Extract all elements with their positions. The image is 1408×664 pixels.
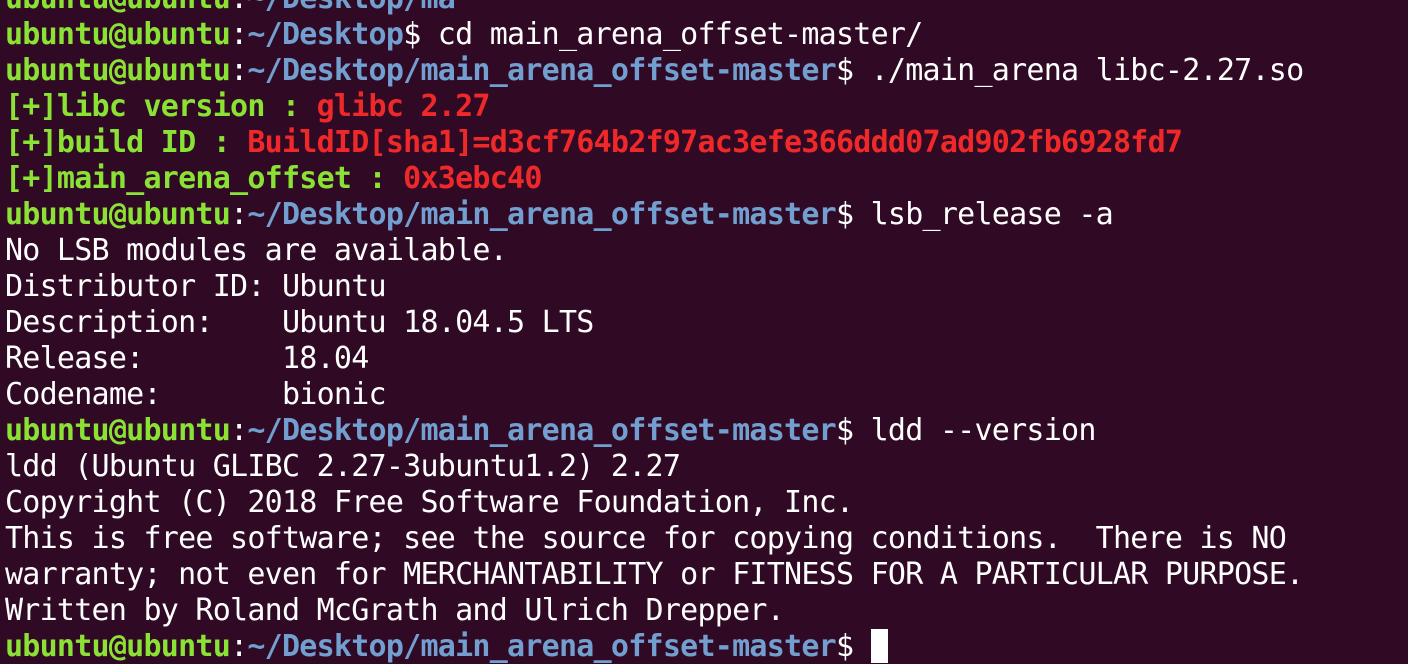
prompt-path: ~/Desktop/main_arena_offset-master bbox=[247, 413, 836, 448]
prompt-colon: : bbox=[230, 0, 248, 16]
text-cursor bbox=[870, 628, 888, 663]
output-line: No LSB modules are available. bbox=[5, 233, 508, 268]
prompt-line: ubuntu@ubuntu:~/Desktop/ma bbox=[5, 0, 1405, 17]
command-text: lsb_release -a bbox=[853, 197, 1114, 232]
prompt-path: ~/Desktop/main_arena_offset-master bbox=[247, 629, 836, 664]
output-label: [+]libc version : bbox=[5, 89, 317, 124]
output-line: ldd (Ubuntu GLIBC 2.27-3ubuntu1.2) 2.27 bbox=[5, 449, 681, 484]
prompt-dollar: $ bbox=[403, 17, 421, 52]
output-value: 0x3ebc40 bbox=[403, 161, 542, 196]
prompt-dollar: $ bbox=[835, 53, 854, 88]
output-line-main-arena-offset: [+]main_arena_offset : 0x3ebc40 bbox=[5, 161, 1405, 197]
prompt-line: ubuntu@ubuntu:~/Desktop/main_arena_offse… bbox=[5, 53, 1405, 89]
output-line: warranty; not even for MERCHANTABILITY o… bbox=[5, 557, 1304, 592]
command-text: ldd --version bbox=[853, 413, 1097, 448]
prompt-dollar: $ bbox=[835, 197, 854, 232]
prompt-user-host: ubuntu@ubuntu bbox=[5, 53, 231, 88]
command-text bbox=[853, 629, 870, 664]
prompt-path: ~/Desktop/main_arena_offset-master bbox=[247, 197, 836, 232]
prompt-path: ~/Desktop bbox=[247, 17, 404, 52]
output-line: This is free software; see the source fo… bbox=[5, 521, 1287, 556]
prompt-colon: : bbox=[230, 413, 248, 448]
output-line: Distributor ID: Ubuntu bbox=[5, 269, 387, 304]
prompt-user-host: ubuntu@ubuntu bbox=[5, 413, 231, 448]
output-value: BuildID[sha1]=d3cf764b2f97ac3efe366ddd07… bbox=[247, 125, 1183, 160]
prompt-path: ~/Desktop/ma bbox=[247, 0, 455, 16]
prompt-line: ubuntu@ubuntu:~/Desktop/main_arena_offse… bbox=[5, 197, 1405, 233]
command-text: ./main_arena libc-2.27.so bbox=[853, 53, 1305, 88]
prompt-line-active[interactable]: ubuntu@ubuntu:~/Desktop/main_arena_offse… bbox=[5, 628, 1405, 664]
prompt-line: ubuntu@ubuntu:~/Desktop/main_arena_offse… bbox=[5, 413, 1405, 449]
prompt-colon: : bbox=[230, 17, 248, 52]
output-line: Written by Roland McGrath and Ulrich Dre… bbox=[5, 593, 785, 628]
prompt-colon: : bbox=[230, 197, 248, 232]
prompt-user-host: ubuntu@ubuntu bbox=[5, 0, 231, 16]
output-line: Description: Ubuntu 18.04.5 LTS bbox=[5, 305, 594, 340]
output-label: [+]main_arena_offset : bbox=[5, 161, 404, 196]
prompt-colon: : bbox=[230, 53, 248, 88]
output-line: Codename: bionic bbox=[5, 377, 387, 412]
output-line-libc-version: [+]libc version : glibc 2.27 bbox=[5, 89, 1405, 125]
prompt-path: ~/Desktop/main_arena_offset-master bbox=[247, 53, 836, 88]
output-label: [+]build ID : bbox=[5, 125, 248, 160]
output-line: Copyright (C) 2018 Free Software Foundat… bbox=[5, 485, 854, 520]
prompt-line: ubuntu@ubuntu:~/Desktop$ cd main_arena_o… bbox=[5, 17, 1405, 53]
prompt-dollar: $ bbox=[835, 629, 854, 664]
terminal-output: ubuntu@ubuntu:~/Desktop/ma ubuntu@ubuntu… bbox=[5, 0, 1405, 664]
prompt-user-host: ubuntu@ubuntu bbox=[5, 197, 231, 232]
command-text: cd main_arena_offset-master/ bbox=[420, 17, 924, 52]
output-line-build-id: [+]build ID : BuildID[sha1]=d3cf764b2f97… bbox=[5, 125, 1405, 161]
prompt-user-host: ubuntu@ubuntu bbox=[5, 629, 231, 664]
terminal-window[interactable]: ubuntu@ubuntu:~/Desktop/ma ubuntu@ubuntu… bbox=[0, 0, 1408, 664]
output-line: Release: 18.04 bbox=[5, 341, 369, 376]
prompt-colon: : bbox=[230, 629, 248, 664]
prompt-user-host: ubuntu@ubuntu bbox=[5, 17, 231, 52]
output-value: glibc 2.27 bbox=[316, 89, 491, 124]
prompt-dollar: $ bbox=[835, 413, 854, 448]
